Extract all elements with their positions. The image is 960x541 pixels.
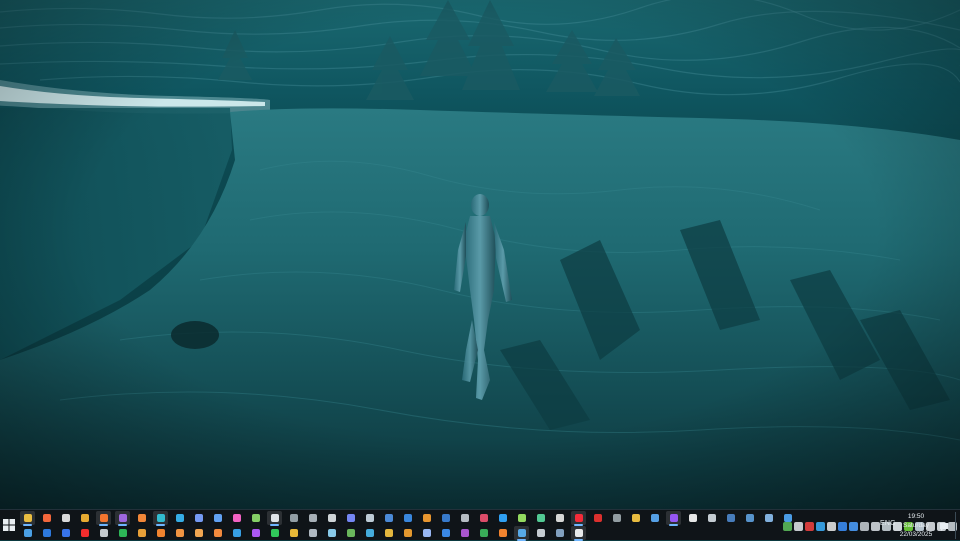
fire-icon[interactable]	[153, 526, 168, 540]
file-icon[interactable]	[533, 526, 548, 540]
monitor-alt-icon[interactable]	[305, 526, 320, 540]
tool-icon[interactable]	[742, 511, 757, 525]
editor-icon[interactable]	[381, 511, 396, 525]
cube-icon[interactable]	[172, 511, 187, 525]
windows-icon	[3, 519, 15, 531]
mail-icon[interactable]	[438, 526, 453, 540]
car-tray-icon[interactable]	[794, 521, 803, 531]
image-icon[interactable]	[400, 511, 415, 525]
obs-icon[interactable]	[58, 511, 73, 525]
start-button[interactable]	[2, 518, 16, 532]
doc-blue-icon[interactable]	[39, 526, 54, 540]
unreal-icon[interactable]	[571, 526, 586, 541]
firefox-icon[interactable]	[96, 511, 111, 526]
book-icon[interactable]	[514, 526, 529, 541]
cat-icon[interactable]	[609, 511, 624, 525]
record-tray-icon[interactable]	[805, 521, 814, 531]
check-icon[interactable]	[267, 511, 282, 526]
purple-app-icon[interactable]	[248, 526, 263, 540]
document-icon[interactable]	[248, 511, 263, 525]
rss-icon[interactable]	[419, 511, 434, 525]
arrow-icon[interactable]	[704, 511, 719, 525]
substance-icon[interactable]	[514, 511, 529, 525]
notepad-icon[interactable]	[210, 511, 225, 525]
facebook-icon[interactable]	[58, 526, 73, 540]
clock-date: 22/03/2025	[899, 531, 933, 538]
folder-alt-icon[interactable]	[381, 526, 396, 540]
shield-icon[interactable]	[305, 511, 320, 525]
send-tray-icon[interactable]	[871, 521, 880, 531]
game-viewport[interactable]	[0, 0, 960, 509]
bluetooth-tray-icon[interactable]	[849, 521, 858, 531]
fire-alt-icon[interactable]	[172, 526, 187, 540]
store-icon[interactable]	[229, 526, 244, 540]
fire-3-icon[interactable]	[191, 526, 206, 540]
fire-5-icon[interactable]	[495, 526, 510, 540]
headphones-icon[interactable]	[552, 511, 567, 525]
discord-icon[interactable]	[343, 511, 358, 525]
edge-icon[interactable]	[153, 511, 168, 526]
settings-tray-icon[interactable]	[860, 521, 869, 531]
fire-4-icon[interactable]	[210, 526, 225, 540]
terminal-icon[interactable]	[286, 511, 301, 525]
brush-icon[interactable]	[647, 511, 662, 525]
paint-alt-icon[interactable]	[286, 526, 301, 540]
vignette-overlay	[0, 0, 960, 509]
color-picker-icon[interactable]	[229, 511, 244, 525]
box-icon[interactable]	[761, 511, 776, 525]
notification-center-button[interactable]	[939, 519, 949, 531]
cloud-icon[interactable]	[324, 511, 339, 525]
steam-icon[interactable]	[362, 511, 377, 525]
taskbar: ENG 19:50 Saturday 22/03/2025	[0, 509, 960, 541]
pdf-icon[interactable]	[590, 511, 605, 525]
console-icon[interactable]	[96, 526, 111, 540]
visual-studio-icon[interactable]	[115, 511, 130, 526]
calendar-icon[interactable]	[476, 511, 491, 525]
monitor-icon[interactable]	[723, 511, 738, 525]
chat-icon[interactable]	[191, 511, 206, 525]
music-icon[interactable]	[134, 526, 149, 540]
sheet-icon[interactable]	[476, 526, 491, 540]
edit-icon[interactable]	[400, 526, 415, 540]
network-icon[interactable]	[324, 526, 339, 540]
antivirus-tray-icon[interactable]	[783, 521, 792, 531]
sync-tray-icon[interactable]	[827, 521, 836, 531]
gear-icon[interactable]	[457, 511, 472, 525]
store-tray-icon[interactable]	[816, 521, 825, 531]
clock[interactable]: 19:50 Saturday 22/03/2025	[895, 512, 937, 539]
paint-icon[interactable]	[39, 511, 54, 525]
onenote-icon[interactable]	[457, 526, 472, 540]
clock-day: Saturday	[902, 522, 930, 529]
tablet-icon[interactable]	[438, 511, 453, 525]
game-icon[interactable]	[666, 511, 681, 526]
taskbar-apps-row-1	[20, 511, 795, 526]
clock-time: 19:50	[907, 513, 925, 520]
file-explorer-icon[interactable]	[20, 511, 35, 526]
firefox-dev-icon[interactable]	[134, 511, 149, 525]
shield-tray-icon[interactable]	[838, 521, 847, 531]
message-icon	[940, 523, 948, 531]
photoshop-icon[interactable]	[495, 511, 510, 525]
whatsapp-icon[interactable]	[267, 526, 282, 540]
tree-icon[interactable]	[343, 526, 358, 540]
grid-icon[interactable]	[20, 526, 35, 540]
page-icon[interactable]	[685, 511, 700, 525]
show-desktop-button[interactable]	[955, 512, 959, 539]
circle-icon[interactable]	[362, 526, 377, 540]
chrome-icon[interactable]	[77, 511, 92, 525]
language-indicator[interactable]: ENG	[880, 520, 896, 527]
taskbar-apps-row-2	[20, 526, 586, 541]
designer-icon[interactable]	[533, 511, 548, 525]
folder-icon[interactable]	[628, 511, 643, 525]
user-icon[interactable]	[419, 526, 434, 540]
youtube-icon[interactable]	[77, 526, 92, 540]
opera-icon[interactable]	[571, 511, 586, 526]
xbox-icon[interactable]	[115, 526, 130, 540]
calc-icon[interactable]	[552, 526, 567, 540]
